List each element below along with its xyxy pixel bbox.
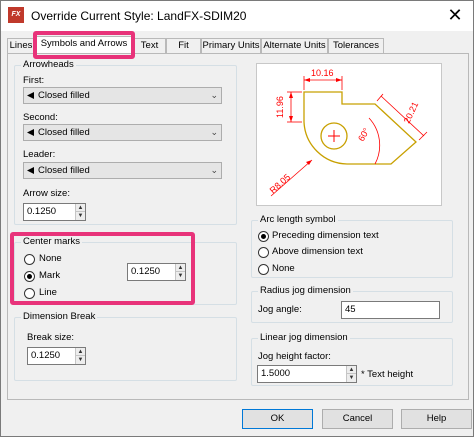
- dialog-window: FX Override Current Style: LandFX-SDIM20…: [0, 0, 474, 437]
- dim-top-label: 10.16: [311, 68, 334, 78]
- center-mark-size-stepper[interactable]: 0.1250 ▲ ▼: [127, 263, 186, 281]
- center-mark-icon: [328, 130, 340, 142]
- chevron-down-icon: ⌄: [210, 127, 218, 137]
- closed-filled-arrow-icon: [27, 129, 34, 136]
- dim-angle-label: 60°: [356, 126, 372, 143]
- arc-preceding-label: Preceding dimension text: [272, 230, 379, 241]
- close-icon[interactable]: ✕: [443, 4, 467, 28]
- spin-down-icon[interactable]: ▼: [176, 272, 185, 280]
- second-arrowhead-value: Closed filled: [38, 127, 90, 138]
- center-mark-size-value: 0.1250: [131, 266, 161, 277]
- jog-height-value: 1.5000: [261, 368, 291, 379]
- ok-button[interactable]: OK: [242, 409, 313, 429]
- arrow-size-label: Arrow size:: [23, 188, 70, 199]
- spin-up-icon[interactable]: ▲: [347, 366, 356, 374]
- tab-text[interactable]: Text: [133, 38, 166, 53]
- help-button[interactable]: Help: [401, 409, 472, 429]
- spin-up-icon[interactable]: ▲: [76, 204, 85, 212]
- jog-angle-value: 45: [345, 304, 356, 315]
- second-arrowhead-select[interactable]: Closed filled ⌄: [23, 124, 222, 141]
- first-arrowhead-select[interactable]: Closed filled ⌄: [23, 87, 222, 104]
- arc-above-label: Above dimension text: [272, 246, 363, 257]
- first-label: First:: [23, 75, 45, 86]
- arc-none-label: None: [272, 263, 295, 274]
- arc-length-title: Arc length symbol: [258, 214, 338, 226]
- cancel-button[interactable]: Cancel: [322, 409, 393, 429]
- leader-arrowhead-select[interactable]: Closed filled ⌄: [23, 162, 222, 179]
- app-icon: FX: [8, 7, 24, 23]
- dim-radius-label: R8.05: [268, 172, 293, 196]
- preview-geometry: [303, 91, 417, 165]
- break-size-value: 0.1250: [31, 350, 61, 361]
- center-mark-mark-label: Mark: [39, 270, 61, 281]
- tab-lines[interactable]: Lines: [7, 38, 35, 53]
- title-bar: FX Override Current Style: LandFX-SDIM20…: [1, 1, 473, 31]
- break-size-stepper[interactable]: 0.1250 ▲ ▼: [27, 347, 86, 365]
- spin-up-icon[interactable]: ▲: [76, 348, 85, 356]
- second-label: Second:: [23, 112, 58, 123]
- preview-drawing: 10.16 11.96 20.21 60° R8.05: [268, 68, 428, 197]
- jog-height-label: Jog height factor:: [258, 351, 331, 362]
- chevron-down-icon: ⌄: [210, 165, 218, 175]
- arc-above-radio[interactable]: [258, 247, 269, 258]
- jog-height-suffix: * Text height: [361, 369, 414, 380]
- tab-symbols-and-arrows[interactable]: Symbols and Arrows: [35, 36, 133, 53]
- tab-strip: Lines Symbols and Arrows Text Fit Primar…: [7, 36, 469, 54]
- center-mark-none-radio[interactable]: [24, 254, 35, 265]
- arrow-size-stepper[interactable]: 0.1250 ▲ ▼: [23, 203, 86, 221]
- dimension-preview: 10.16 11.96 20.21 60° R8.05: [256, 63, 442, 206]
- dimension-arrowheads: [289, 78, 342, 165]
- dimension-break-title: Dimension Break: [21, 311, 98, 323]
- spin-down-icon[interactable]: ▼: [76, 212, 85, 220]
- window-title: Override Current Style: LandFX-SDIM20: [31, 9, 247, 23]
- leader-label: Leader:: [23, 149, 56, 160]
- chevron-down-icon: ⌄: [210, 90, 218, 100]
- tab-tolerances[interactable]: Tolerances: [328, 38, 384, 53]
- spin-up-icon[interactable]: ▲: [176, 264, 185, 272]
- arc-preceding-radio[interactable]: [258, 231, 269, 242]
- jog-angle-input[interactable]: 45: [341, 301, 440, 319]
- center-mark-mark-radio[interactable]: [24, 271, 35, 282]
- tab-fit[interactable]: Fit: [166, 38, 201, 53]
- center-mark-none-label: None: [39, 253, 62, 264]
- arrow-size-value: 0.1250: [27, 206, 57, 217]
- center-mark-line-label: Line: [39, 287, 57, 298]
- jog-angle-label: Jog angle:: [258, 304, 302, 315]
- center-marks-title: Center marks: [21, 236, 83, 248]
- closed-filled-arrow-icon: [27, 92, 34, 99]
- arc-none-radio[interactable]: [258, 264, 269, 275]
- linear-jog-title: Linear jog dimension: [258, 332, 350, 344]
- radius-jog-title: Radius jog dimension: [258, 285, 353, 297]
- spin-down-icon[interactable]: ▼: [347, 374, 356, 382]
- preview-dimensions: [270, 76, 428, 197]
- leader-arrowhead-value: Closed filled: [38, 165, 90, 176]
- first-arrowhead-value: Closed filled: [38, 90, 90, 101]
- center-mark-line-radio[interactable]: [24, 288, 35, 299]
- spin-down-icon[interactable]: ▼: [76, 356, 85, 364]
- closed-filled-arrow-icon: [27, 167, 34, 174]
- jog-height-stepper[interactable]: 1.5000 ▲ ▼: [257, 365, 357, 383]
- break-size-label: Break size:: [27, 332, 74, 343]
- dim-right-label: 20.21: [402, 100, 421, 125]
- tab-primary-units[interactable]: Primary Units: [201, 38, 261, 53]
- dim-left-label: 11.96: [275, 96, 285, 118]
- tab-alternate-units[interactable]: Alternate Units: [261, 38, 328, 53]
- arrowheads-title: Arrowheads: [21, 59, 76, 71]
